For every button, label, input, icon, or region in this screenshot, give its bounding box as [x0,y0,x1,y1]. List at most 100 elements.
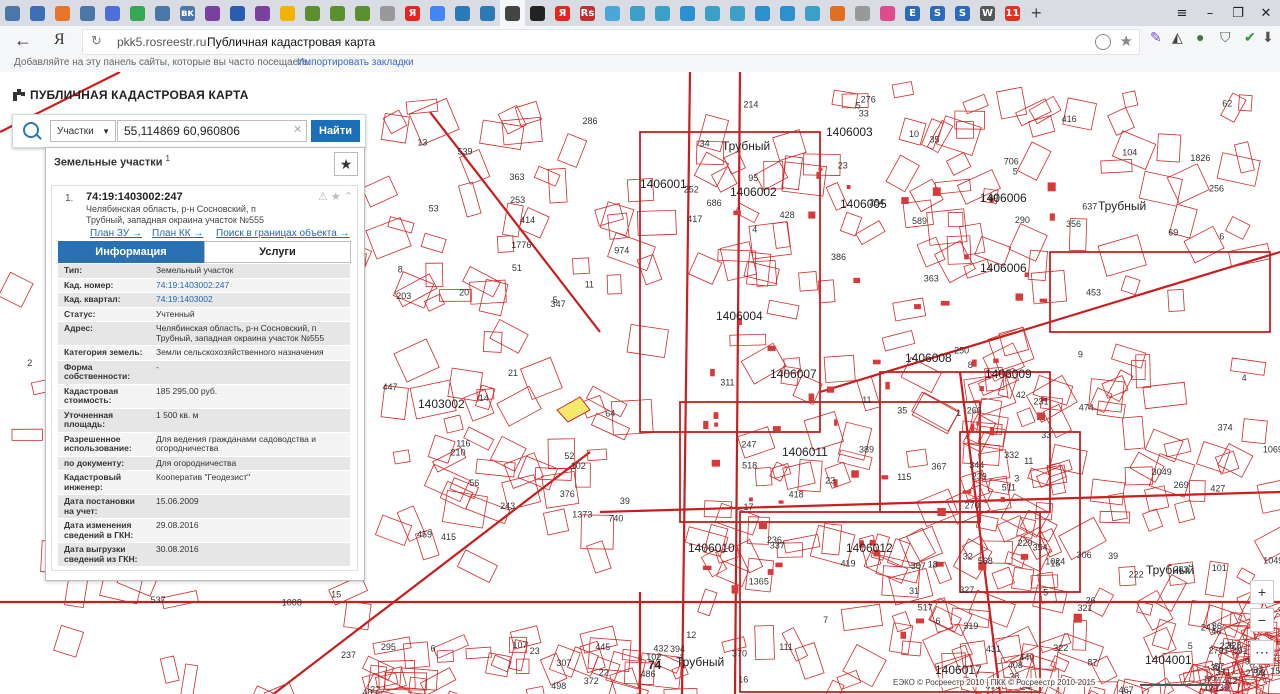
browser-tab[interactable] [250,0,275,26]
parcel[interactable] [380,112,410,144]
browser-tab[interactable] [100,0,125,26]
parcel[interactable] [881,330,916,352]
parcel[interactable] [1016,141,1052,181]
parcel[interactable] [542,508,570,536]
parcel[interactable] [1107,107,1135,136]
browser-tab[interactable] [150,0,175,26]
parcel[interactable] [1183,225,1225,264]
parcel[interactable] [821,523,843,556]
parcel[interactable] [823,354,856,384]
browser-tab[interactable] [875,0,900,26]
parcel[interactable] [1196,440,1231,473]
browser-tab[interactable] [375,0,400,26]
parcel[interactable] [1122,90,1139,109]
browser-tab[interactable] [50,0,75,26]
parcel[interactable] [831,89,859,109]
browser-tab[interactable] [325,0,350,26]
parcel[interactable] [745,557,775,593]
parcel[interactable] [916,236,946,268]
browser-tab[interactable] [725,0,750,26]
browser-tab[interactable] [300,0,325,26]
star-icon[interactable]: ★ [331,191,341,203]
parcel[interactable] [1155,574,1188,612]
parcel[interactable] [1135,589,1174,631]
parcel[interactable] [1016,407,1036,428]
parcel-cad-number[interactable]: 74:19:1403002:247 [86,191,183,203]
parcel[interactable] [572,257,590,275]
parcel[interactable] [1072,619,1088,651]
browser-tab[interactable]: S [925,0,950,26]
check-extension-icon[interactable]: ✔ [1244,29,1256,46]
parcel[interactable] [161,590,199,610]
address-bar[interactable]: ↻ pkk5.rosreestr.ru Публичная кадастрова… [82,29,1140,55]
tab-information[interactable]: Информация [58,241,204,263]
parcel[interactable] [717,249,757,263]
parcel[interactable] [772,221,791,249]
menu-icon[interactable]: ≡ [1168,0,1196,26]
browser-tab[interactable]: W [975,0,1000,26]
parcel[interactable] [1256,478,1280,514]
parcel[interactable] [906,527,936,562]
collapse-icon[interactable]: ⌃ [344,191,353,203]
browser-tab[interactable]: 11 [1000,0,1025,26]
parcel[interactable] [1030,269,1068,305]
parcel[interactable] [885,154,920,193]
browser-tab[interactable]: вк [175,0,200,26]
parcel[interactable] [423,293,446,312]
parcel[interactable] [836,669,862,690]
browser-tab[interactable] [75,0,100,26]
parcel[interactable] [53,624,85,658]
parcel[interactable] [754,466,773,487]
parcel[interactable] [636,209,677,236]
zoom-in-button[interactable]: + [1250,580,1274,604]
parcel[interactable] [180,663,199,694]
minimize-icon[interactable]: – [1196,0,1224,26]
parcel[interactable] [1230,357,1267,376]
parcel[interactable] [469,279,507,305]
parcel[interactable] [798,271,818,292]
parcel[interactable] [1130,360,1146,381]
parcel[interactable] [933,240,976,284]
parcel[interactable] [1135,354,1151,389]
favorites-star-icon[interactable]: ★ [334,152,358,176]
feather-extension-icon[interactable]: ✎ [1150,29,1162,46]
parcel[interactable] [998,326,1030,357]
browser-tab[interactable] [25,0,50,26]
browser-tab[interactable] [750,0,775,26]
parcel[interactable] [496,385,542,427]
page-translate-icon[interactable] [1095,34,1111,50]
parcel[interactable] [1100,158,1133,174]
parcel[interactable] [959,222,986,256]
info-row-value[interactable]: 74:19:1403002 [152,293,350,307]
triangle-extension-icon[interactable]: ◭ [1172,29,1183,46]
parcel[interactable] [1225,215,1251,240]
parcel[interactable] [525,685,547,694]
browser-tab[interactable]: S [950,0,975,26]
parcel[interactable] [610,398,654,436]
parcel[interactable] [604,680,649,694]
search-in-bounds-link[interactable]: Поиск в границах объекта → [216,228,350,239]
parcel[interactable] [436,649,454,663]
parcel[interactable] [159,655,180,684]
parcel[interactable] [399,667,439,691]
parcel[interactable] [772,129,807,161]
parcel[interactable] [688,252,723,285]
more-options-button[interactable]: ⋯ [1250,640,1274,664]
parcel[interactable] [1120,275,1141,296]
parcel[interactable] [916,488,959,527]
parcel[interactable] [1015,98,1052,127]
parcel[interactable] [1174,499,1196,524]
browser-tab[interactable] [625,0,650,26]
parcel[interactable] [343,600,372,631]
browser-tab[interactable] [825,0,850,26]
parcel[interactable] [456,549,499,583]
bookmark-star-icon[interactable]: ★ [1120,32,1133,50]
parcel[interactable] [516,658,530,675]
parcel[interactable] [374,514,413,546]
browser-tab[interactable]: E [900,0,925,26]
parcel[interactable] [891,611,912,633]
parcel[interactable] [996,86,1028,120]
parcel[interactable] [1188,480,1206,502]
parcel[interactable] [946,235,972,265]
yandex-logo-icon[interactable]: Я [54,31,65,49]
